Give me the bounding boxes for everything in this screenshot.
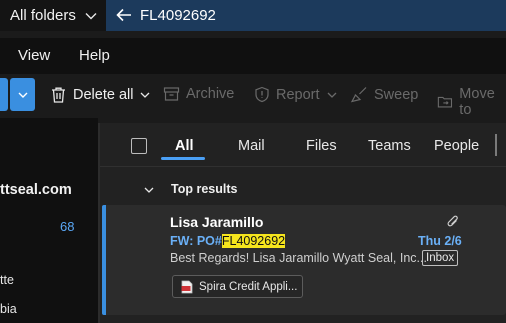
menu-bar: View Help [0,38,506,74]
search-input[interactable]: FL4092692 [140,7,216,24]
search-scope-dropdown[interactable]: All folders [0,0,106,31]
archive-icon [163,87,180,101]
tab-divider [495,134,497,156]
chevron-down-icon [140,92,150,98]
message-result-item[interactable]: Lisa Jaramillo FW: PO#FL4092692 Thu 2/6 … [102,205,506,315]
attachment-name: Spira Credit Appli... [199,280,298,293]
archive-button[interactable]: Archive [163,86,234,102]
archive-label: Archive [186,86,235,102]
subject-prefix: FW: PO# [170,234,222,248]
tab-people[interactable]: People [434,138,479,154]
sweep-label: Sweep [374,86,419,103]
chevron-down-icon [85,13,97,20]
new-mail-options-button[interactable] [10,78,35,111]
folder-move-icon [437,96,453,108]
sweep-button[interactable]: Sweep [350,86,418,103]
chevron-down-icon[interactable] [143,184,155,196]
delete-all-button[interactable]: Delete all [50,86,157,104]
back-arrow-icon[interactable] [115,7,133,23]
shield-alert-icon [255,86,269,103]
section-title: Top results [171,182,238,196]
chevron-down-icon [18,92,27,98]
menu-help[interactable]: Help [79,47,110,64]
pdf-file-icon [181,280,193,293]
selected-indicator [102,205,106,315]
select-all-checkbox[interactable] [131,138,147,154]
report-label: Report [276,86,320,103]
folder-pane: ttseal.com 68 tte bia [0,118,98,323]
active-tab-indicator [161,157,205,160]
tab-mail[interactable]: Mail [238,138,265,154]
tab-files[interactable]: Files [306,138,337,154]
search-results-panel: All Mail Files Teams People Top results … [98,123,506,323]
message-date: Thu 2/6 [418,234,462,248]
tab-all[interactable]: All [175,138,194,154]
attachment-chip[interactable]: Spira Credit Appli... [172,275,303,298]
search-bar[interactable]: All folders FL4092692 [0,0,506,31]
folder-item[interactable]: bia [0,302,17,316]
report-button[interactable]: Report [254,86,344,103]
trash-icon [52,87,65,103]
broom-icon [350,87,367,103]
message-sender: Lisa Jaramillo [170,214,264,230]
delete-all-label: Delete all [73,87,134,103]
message-subject: FW: PO#FL4092692 [170,234,286,248]
account-name[interactable]: ttseal.com [0,182,72,198]
folder-badge: Inbox [422,250,459,266]
menu-view[interactable]: View [18,47,50,64]
move-to-button[interactable]: Move to [437,86,506,118]
move-to-label: Move to [459,86,495,118]
paperclip-icon [447,215,458,227]
search-highlight: FL4092692 [221,234,286,248]
toolbar: Delete all Archive Report Sweep Move to [0,74,506,118]
folder-item[interactable]: tte [0,273,14,287]
chevron-down-icon [327,92,336,98]
new-mail-button[interactable] [0,78,8,111]
search-scope-label: All folders [10,7,76,24]
results-filter-tabs: All Mail Files Teams People [100,123,506,167]
tab-teams[interactable]: Teams [368,138,411,154]
message-preview: Best Regards! Lisa Jaramillo Wyatt Seal,… [170,251,427,265]
unread-count-badge: 68 [60,219,75,234]
